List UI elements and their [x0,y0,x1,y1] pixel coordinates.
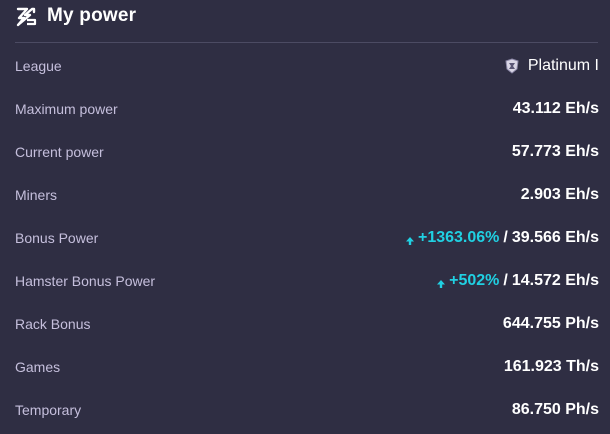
header-divider [15,42,598,43]
bonus-power-percent-group: +1363.06% [405,229,499,247]
maximum-power-value: 43.112 Eh/s [512,99,599,117]
league-name: Platinum I [527,56,599,74]
maximum-power-row: Maximum power 43.112 Eh/s [15,87,599,130]
hamster-bonus-percent-group: +502% [436,272,499,290]
league-row: League Platinum I [15,44,599,87]
league-label: League [15,57,62,74]
hamster-bonus-amount: 14.572 Eh/s [511,271,599,289]
rack-bonus-row: Rack Bonus 644.755 Ph/s [15,302,599,345]
games-label: Games [15,358,61,375]
miners-row: Miners 2.903 Eh/s [15,173,599,216]
current-power-value: 57.773 Eh/s [511,142,599,160]
hamster-bonus-power-row: Hamster Bonus Power +502% / 14.572 Eh/s [15,259,599,302]
hamster-bonus-power-value: +502% / 14.572 Eh/s [436,272,599,290]
rack-bonus-label: Rack Bonus [15,315,91,332]
league-value[interactable]: Platinum I [504,57,599,75]
temporary-value: 86.750 Ph/s [511,400,599,418]
miners-label: Miners [15,186,58,203]
power-stats-list: League Platinum I Maximum power 43.112 E… [15,44,599,431]
miners-value: 2.903 Eh/s [520,185,599,203]
games-row: Games 161.923 Th/s [15,345,599,388]
bonus-power-row: Bonus Power +1363.06% / 39.566 Eh/s [15,216,599,259]
hamster-bonus-percent: +502% [449,271,500,289]
lightning-logo-icon [15,5,37,27]
temporary-label: Temporary [15,401,82,418]
arrow-up-icon [436,276,446,288]
bonus-power-value: +1363.06% / 39.566 Eh/s [405,229,599,247]
my-power-panel: My power League Platinum I Maximum power… [0,0,610,434]
page-title: My power [47,5,137,26]
current-power-label: Current power [15,143,104,160]
bonus-power-separator: / [503,228,508,246]
bonus-power-amount: 39.566 Eh/s [511,228,599,246]
maximum-power-label: Maximum power [15,100,118,117]
arrow-up-icon [405,233,415,245]
current-power-row: Current power 57.773 Eh/s [15,130,599,173]
hamster-bonus-power-label: Hamster Bonus Power [15,272,156,289]
rack-bonus-value: 644.755 Ph/s [502,314,599,332]
league-badge-icon [504,57,520,74]
bonus-power-percent: +1363.06% [417,228,500,246]
hamster-bonus-separator: / [503,271,508,289]
bonus-power-label: Bonus Power [15,229,99,246]
games-value: 161.923 Th/s [503,357,599,375]
panel-header: My power [15,0,136,32]
temporary-row: Temporary 86.750 Ph/s [15,388,599,431]
